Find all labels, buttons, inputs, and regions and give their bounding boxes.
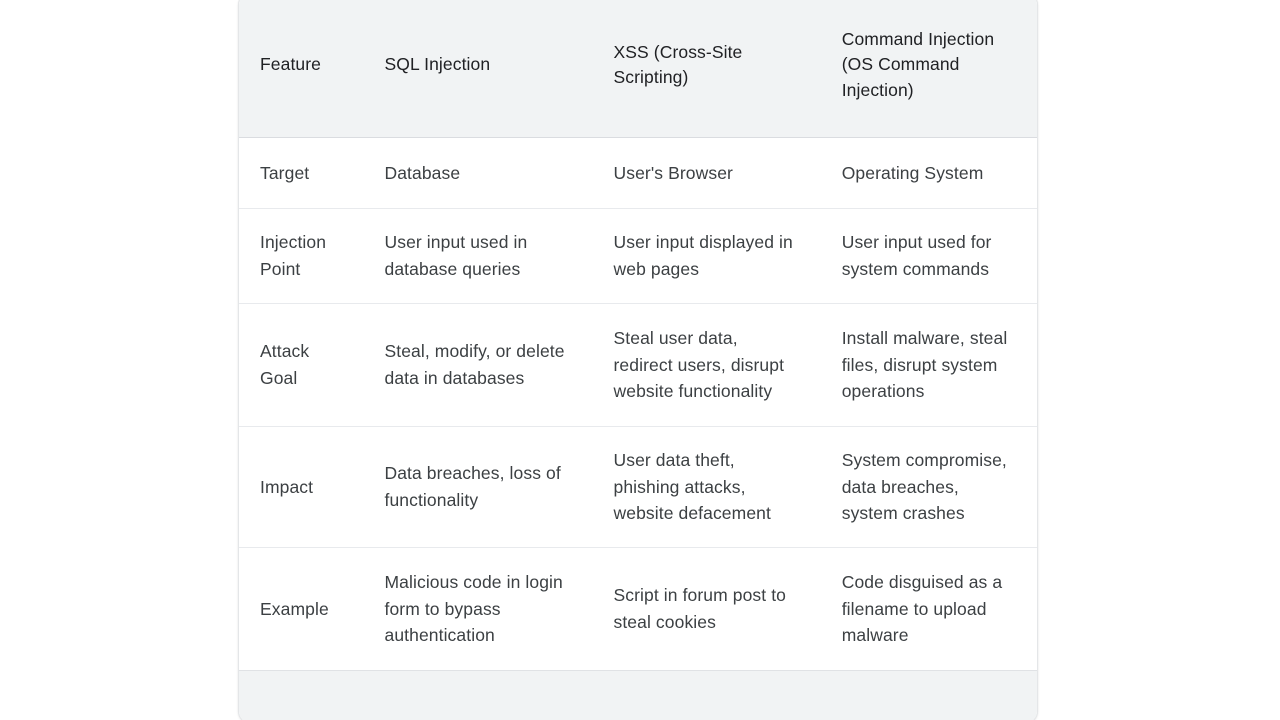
table-footer-cell xyxy=(239,671,1037,720)
table-row: Example Malicious code in login form to … xyxy=(239,547,1037,671)
page-root: Feature SQL Injection XSS (Cross-Site Sc… xyxy=(0,0,1280,720)
cell-feature: Target xyxy=(239,137,364,209)
cell-command-injection: Operating System xyxy=(820,137,1037,209)
cell-sql-injection: Malicious code in login form to bypass a… xyxy=(363,547,593,671)
cell-xss: Script in forum post to steal cookies xyxy=(592,547,821,671)
cell-xss: User input displayed in web pages xyxy=(592,208,821,304)
cell-command-injection: System compromise, data breaches, system… xyxy=(820,426,1037,548)
cell-sql-injection: Steal, modify, or delete data in databas… xyxy=(363,303,593,427)
cell-feature: Attack Goal xyxy=(239,303,364,427)
cell-xss: User's Browser xyxy=(592,137,821,209)
table-row: Target Database User's Browser Operating… xyxy=(239,137,1037,209)
cell-feature: Injection Point xyxy=(239,208,364,304)
cell-xss: User data theft, phishing attacks, websi… xyxy=(592,426,821,548)
table-footer-row xyxy=(239,670,1037,720)
cell-command-injection: Install malware, steal files, disrupt sy… xyxy=(820,303,1037,427)
comparison-table: Feature SQL Injection XSS (Cross-Site Sc… xyxy=(239,0,1037,720)
column-header-xss: XSS (Cross-Site Scripting) xyxy=(592,0,821,138)
table-row: Injection Point User input used in datab… xyxy=(239,208,1037,304)
table-row: Attack Goal Steal, modify, or delete dat… xyxy=(239,303,1037,427)
cell-feature: Impact xyxy=(239,426,364,548)
cell-feature: Example xyxy=(239,547,364,671)
cell-command-injection: Code disguised as a filename to upload m… xyxy=(820,547,1037,671)
cell-xss: Steal user data, redirect users, disrupt… xyxy=(592,303,821,427)
cell-command-injection: User input used for system commands xyxy=(820,208,1037,304)
table-header: Feature SQL Injection XSS (Cross-Site Sc… xyxy=(239,0,1037,138)
cell-sql-injection: User input used in database queries xyxy=(363,208,593,304)
cell-sql-injection: Database xyxy=(363,137,593,209)
column-header-sql-injection: SQL Injection xyxy=(363,0,593,138)
table-body: Target Database User's Browser Operating… xyxy=(239,137,1037,671)
cell-sql-injection: Data breaches, loss of functionality xyxy=(363,426,593,548)
table-footer xyxy=(239,670,1037,720)
comparison-table-card: Feature SQL Injection XSS (Cross-Site Sc… xyxy=(238,0,1038,720)
table-row: Impact Data breaches, loss of functional… xyxy=(239,426,1037,548)
column-header-command-injection: Command Injection (OS Command Injection) xyxy=(820,0,1037,138)
column-header-feature: Feature xyxy=(239,0,364,138)
table-header-row: Feature SQL Injection XSS (Cross-Site Sc… xyxy=(239,0,1037,138)
